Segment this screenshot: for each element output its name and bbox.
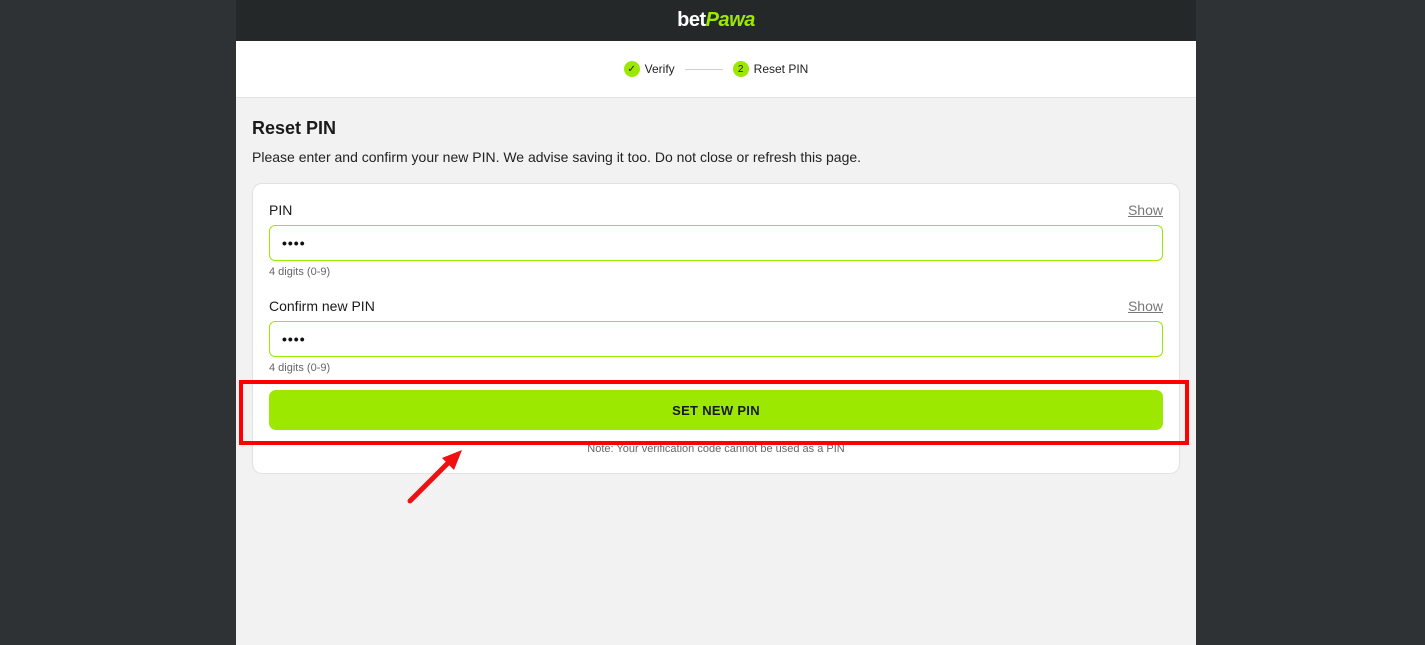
step-verify: ✓ Verify xyxy=(623,61,675,77)
confirm-pin-show-toggle[interactable]: Show xyxy=(1128,298,1163,314)
highlight-box xyxy=(239,380,1189,445)
page-title: Reset PIN xyxy=(252,118,337,138)
pin-field-group: PIN Show •••• 4 digits (0-9) xyxy=(269,202,1163,278)
pin-label: PIN xyxy=(269,202,293,218)
page-container: betPawa ✓ Verify 2 Reset PIN Reset PIN P… xyxy=(236,0,1196,645)
step-verify-label: Verify xyxy=(644,62,675,76)
pin-hint: 4 digits (0-9) xyxy=(269,266,331,278)
pin-input[interactable]: •••• xyxy=(269,225,1163,261)
step-reset-pin-label: Reset PIN xyxy=(753,62,809,76)
check-icon: ✓ xyxy=(623,61,640,77)
top-bar: betPawa xyxy=(236,0,1196,41)
betpawa-logo[interactable]: betPawa xyxy=(677,9,755,32)
logo-text-pawa: Pawa xyxy=(705,9,756,31)
logo-text-bet: bet xyxy=(677,9,706,31)
step-reset-pin: 2 Reset PIN xyxy=(732,61,809,77)
step-connector xyxy=(684,68,723,70)
confirm-pin-field-group: Confirm new PIN Show •••• 4 digits (0-9) xyxy=(269,298,1163,374)
step-number-badge: 2 xyxy=(732,61,749,77)
page-subtitle: Please enter and confirm your new PIN. W… xyxy=(252,149,862,165)
confirm-pin-input[interactable]: •••• xyxy=(269,321,1163,357)
pin-show-toggle[interactable]: Show xyxy=(1128,202,1163,218)
progress-stepper: ✓ Verify 2 Reset PIN xyxy=(236,41,1196,98)
pointer-arrow-icon xyxy=(407,450,462,504)
confirm-pin-hint: 4 digits (0-9) xyxy=(269,362,331,374)
confirm-pin-label: Confirm new PIN xyxy=(269,298,375,314)
